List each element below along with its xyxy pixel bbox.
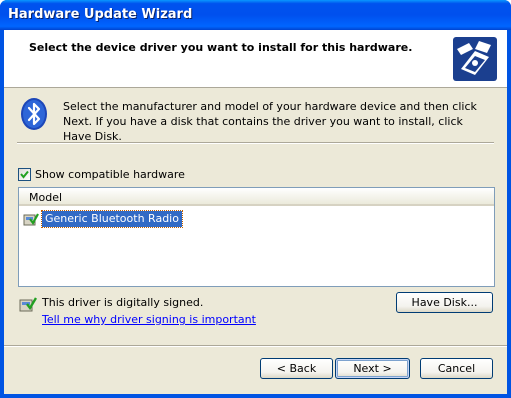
- bluetooth-icon: [21, 98, 47, 130]
- model-list[interactable]: Model Generic Bluetooth Radio: [18, 187, 495, 287]
- header-title: Select the device driver you want to ins…: [29, 41, 413, 54]
- divider: [4, 345, 507, 347]
- title-bar[interactable]: Hardware Update Wizard: [0, 0, 511, 30]
- back-button[interactable]: < Back: [260, 358, 333, 379]
- column-header-model[interactable]: Model: [19, 188, 494, 206]
- driver-signed-status: This driver is digitally signed.: [42, 296, 204, 309]
- hardware-update-wizard-window: Hardware Update Wizard Select the device…: [0, 0, 511, 398]
- signed-driver-icon: [19, 297, 37, 312]
- instructions-text: Select the manufacturer and model of you…: [63, 100, 477, 143]
- have-disk-button[interactable]: Have Disk...: [396, 292, 493, 313]
- show-compatible-label[interactable]: Show compatible hardware: [35, 168, 185, 181]
- driver-signing-link[interactable]: Tell me why driver signing is important: [42, 313, 256, 326]
- wizard-body: Select the device driver you want to ins…: [4, 30, 507, 394]
- hardware-wizard-icon: [453, 37, 497, 81]
- show-compatible-checkbox[interactable]: [18, 168, 31, 181]
- signed-driver-icon: [23, 213, 39, 226]
- column-header-label: Model: [29, 191, 63, 204]
- cancel-button[interactable]: Cancel: [420, 358, 493, 379]
- list-item-label: Generic Bluetooth Radio: [41, 210, 183, 228]
- window-title: Hardware Update Wizard: [8, 7, 193, 22]
- wizard-header: Select the device driver you want to ins…: [4, 30, 507, 88]
- checkmark-icon: [20, 170, 29, 179]
- divider: [17, 142, 494, 144]
- next-button[interactable]: Next >: [335, 358, 410, 379]
